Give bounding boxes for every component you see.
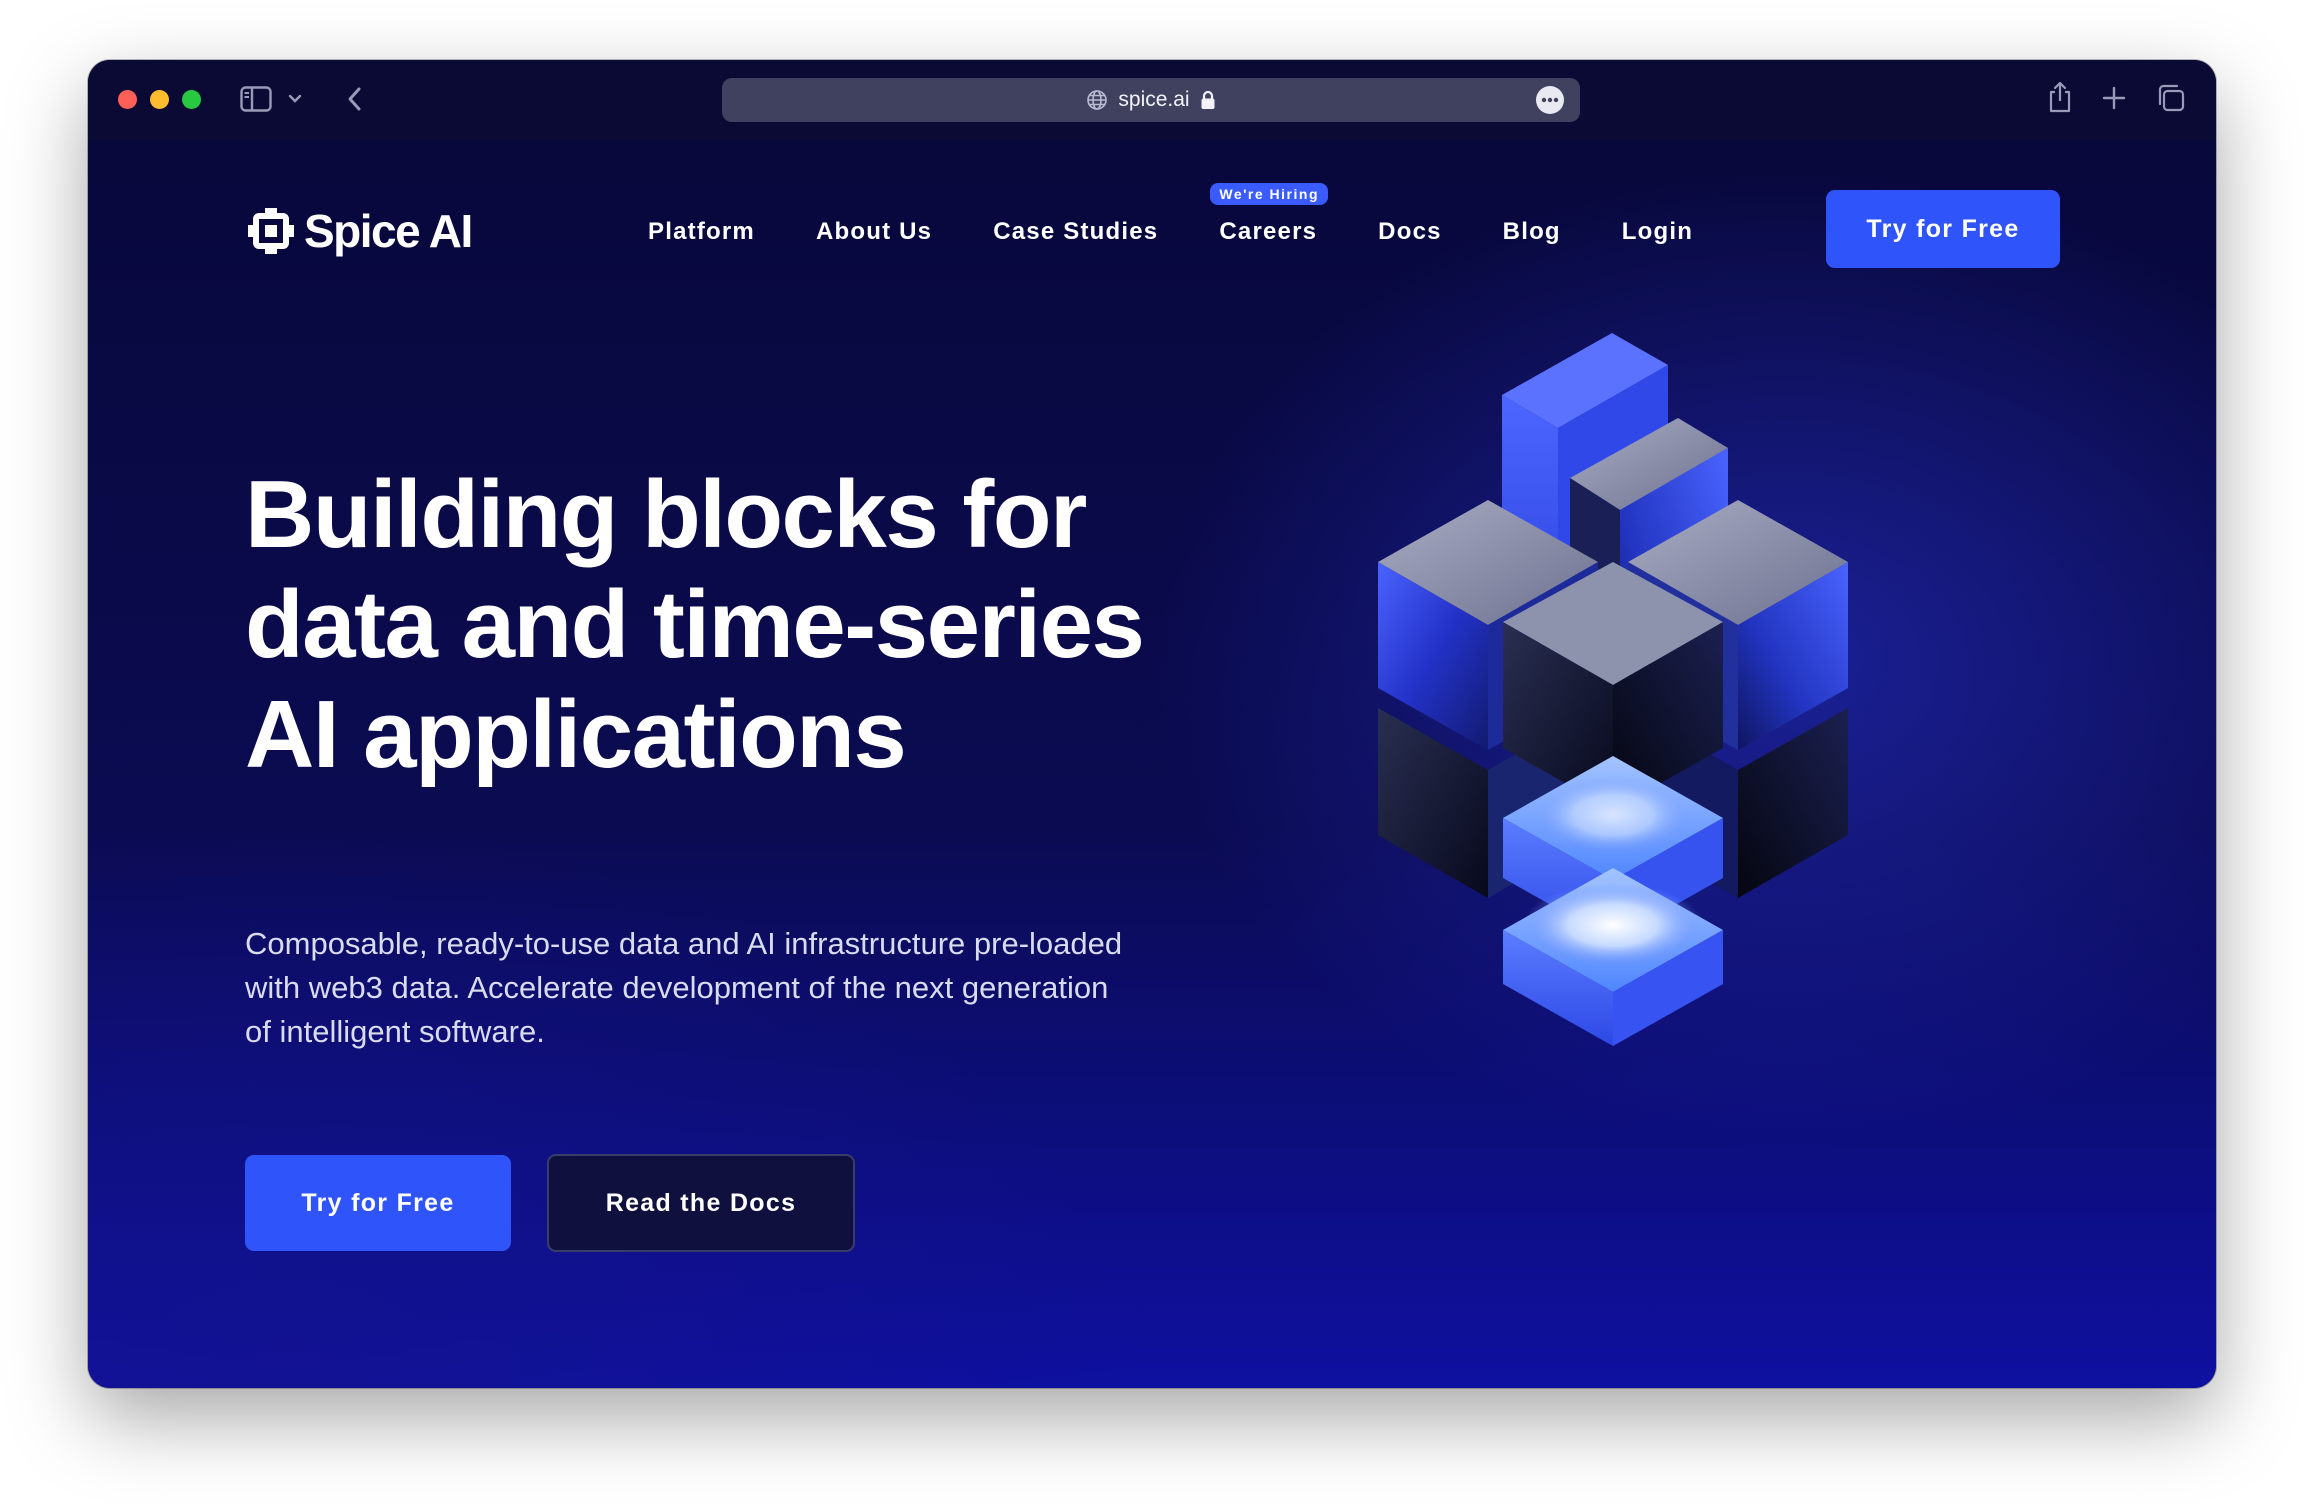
browser-toolbar: spice.ai (88, 60, 2216, 140)
nav-case-studies[interactable]: Case Studies (993, 218, 1158, 246)
glow-highlight (1533, 775, 1693, 855)
headline-line: AI applications (245, 681, 907, 788)
subtext-line: Composable, ready-to-use data and AI inf… (245, 926, 1123, 961)
tabs-icon[interactable] (2156, 83, 2186, 113)
hiring-badge: We're Hiring (1210, 183, 1329, 205)
brand-name: Spice AI (304, 205, 473, 257)
headline-line: data and time-series (245, 571, 1145, 678)
chevron-down-icon[interactable] (286, 90, 304, 108)
minimize-button[interactable] (150, 90, 169, 109)
address-bar[interactable]: spice.ai (722, 78, 1580, 122)
nav-careers-label: Careers (1219, 218, 1318, 245)
more-icon[interactable] (1536, 86, 1564, 114)
lock-icon (1201, 90, 1215, 109)
subtext-line: of intelligent software. (245, 1014, 545, 1049)
back-icon[interactable] (342, 84, 366, 114)
nav-careers[interactable]: We're Hiring Careers (1210, 183, 1329, 246)
nav-docs[interactable]: Docs (1378, 218, 1442, 246)
sidebar-icon[interactable] (240, 86, 272, 112)
close-button[interactable] (118, 90, 137, 109)
hero-headline: Building blocks for data and time-series… (245, 460, 1295, 790)
browser-window: spice.ai Spice AI Platform About Us Case… (88, 60, 2216, 1388)
spice-logo-icon (248, 208, 294, 254)
headline-line: Building blocks for (245, 461, 1087, 568)
nav-try-free-button[interactable]: Try for Free (1826, 190, 2060, 268)
hero-subtext: Composable, ready-to-use data and AI inf… (245, 922, 1225, 1054)
window-controls (118, 90, 201, 109)
share-icon[interactable] (2046, 80, 2074, 114)
subtext-line: with web3 data. Accelerate development o… (245, 970, 1109, 1005)
nav-platform[interactable]: Platform (648, 218, 755, 246)
main-nav: Platform About Us Case Studies We're Hir… (648, 183, 1693, 246)
zoom-button[interactable] (182, 90, 201, 109)
hero-cubes-illustration (1378, 333, 1848, 1046)
url-text: spice.ai (1118, 88, 1190, 111)
hero-try-free-button[interactable]: Try for Free (245, 1155, 511, 1251)
globe-icon (1087, 90, 1108, 110)
plus-icon[interactable] (2100, 84, 2128, 112)
glow-highlight (1523, 883, 1703, 967)
page-content: Spice AI Platform About Us Case Studies … (88, 140, 2216, 1388)
nav-about-us[interactable]: About Us (816, 218, 932, 246)
read-docs-button[interactable]: Read the Docs (547, 1154, 855, 1252)
nav-login[interactable]: Login (1622, 218, 1693, 246)
brand-logo[interactable]: Spice AI (246, 204, 473, 258)
nav-blog[interactable]: Blog (1503, 218, 1561, 246)
